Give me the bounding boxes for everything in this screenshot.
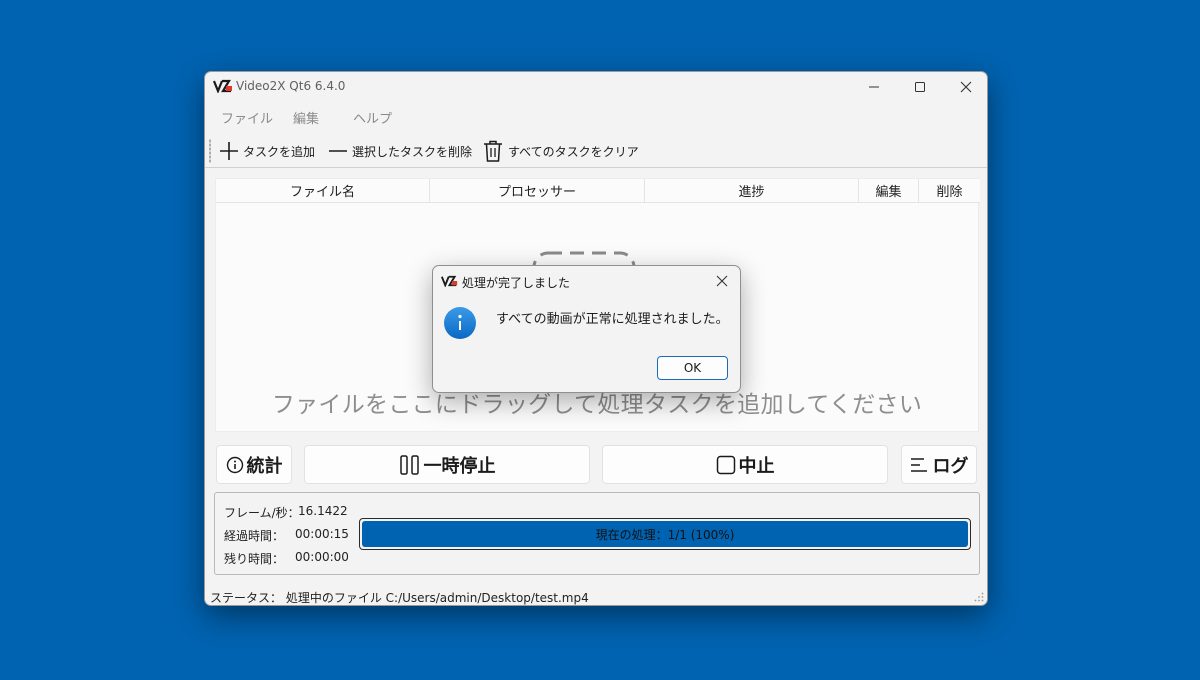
video2x-logo-icon <box>213 79 232 93</box>
pause-label: 一時停止 <box>423 455 496 477</box>
status-text: 処理中のファイル C:/Users/admin/Desktop/test.mp4 <box>285 591 589 605</box>
log-button[interactable]: ログ <box>901 445 977 484</box>
add-task-label: タスクを追加 <box>243 144 316 159</box>
clear-all-button[interactable]: すべてのタスクをクリア <box>482 137 639 165</box>
window-title: Video2X Qt6 6.4.0 <box>236 79 346 93</box>
remaining-value: 00:00:00 <box>295 550 349 564</box>
dialog-close-button[interactable] <box>710 270 734 292</box>
plus-icon <box>220 142 238 160</box>
ok-button[interactable]: OK <box>657 356 728 380</box>
remove-selected-label: 選択したタスクを削除 <box>352 144 473 159</box>
status-label: ステータス： <box>210 591 283 605</box>
fps-value: 16.1422 <box>298 504 348 518</box>
title-bar[interactable]: Video2X Qt6 6.4.0 <box>205 72 987 102</box>
info-circle-icon <box>226 456 243 473</box>
video2x-logo-icon <box>441 275 458 287</box>
elapsed-value: 00:00:15 <box>295 527 349 541</box>
column-header-edit[interactable]: 編集 <box>859 179 919 203</box>
close-button[interactable] <box>943 72 987 102</box>
minimize-icon <box>869 86 879 88</box>
menu-bar: ファイル 編集 ヘルプ <box>205 104 987 128</box>
close-icon <box>960 81 972 93</box>
status-bar: ステータス： 処理中のファイル C:/Users/admin/Desktop/t… <box>210 589 589 605</box>
minimize-button[interactable] <box>851 72 897 102</box>
minus-icon <box>329 150 347 152</box>
progress-track: 現在の処理：1/1 (100%) <box>362 521 968 547</box>
stats-button[interactable]: 統計 <box>216 445 292 484</box>
add-task-button[interactable]: タスクを追加 <box>219 137 315 165</box>
stats-panel: フレーム/秒： 16.1422 経過時間： 00:00:15 残り時間： 00:… <box>214 492 980 575</box>
stats-label: 統計 <box>246 455 283 477</box>
elapsed-label: 経過時間： <box>224 529 285 543</box>
trash-icon <box>484 140 502 162</box>
log-label: ログ <box>932 455 969 477</box>
toolbar-grip[interactable] <box>209 139 211 163</box>
maximize-button[interactable] <box>897 72 943 102</box>
remove-selected-button[interactable]: 選択したタスクを削除 <box>328 137 472 165</box>
close-icon <box>716 275 728 287</box>
abort-button[interactable]: 中止 <box>602 445 888 484</box>
column-header-processor[interactable]: プロセッサー <box>430 179 645 203</box>
column-header-filename[interactable]: ファイル名 <box>216 179 430 203</box>
dialog-message: すべての動画が正常に処理されました。 <box>496 312 729 327</box>
progress-bar: 現在の処理：1/1 (100%) <box>359 518 971 550</box>
fps-label: フレーム/秒： <box>224 506 300 520</box>
clear-all-label: すべてのタスクをクリア <box>508 144 639 159</box>
menu-file[interactable]: ファイル <box>221 108 273 127</box>
column-header-delete[interactable]: 削除 <box>919 179 980 203</box>
toolbar-divider <box>205 167 987 168</box>
progress-text: 現在の処理：1/1 (100%) <box>595 527 735 542</box>
menu-help[interactable]: ヘルプ <box>353 108 392 127</box>
maximize-icon <box>915 82 925 92</box>
log-lines-icon <box>910 457 927 472</box>
abort-label: 中止 <box>738 455 775 477</box>
column-header-progress[interactable]: 進捗 <box>645 179 859 203</box>
menu-edit[interactable]: 編集 <box>293 108 319 127</box>
toolbar: タスクを追加 選択したタスクを削除 すべてのタスクをクリア <box>205 135 987 167</box>
info-icon <box>444 307 476 339</box>
resize-grip-icon[interactable] <box>974 592 984 602</box>
pause-icon <box>399 454 419 475</box>
dialog-title: 処理が完了しました <box>462 276 571 290</box>
remaining-label: 残り時間： <box>224 552 285 566</box>
pause-button[interactable]: 一時停止 <box>304 445 590 484</box>
completion-dialog: 処理が完了しました すべての動画が正常に処理されました。 OK <box>432 265 741 393</box>
stop-icon <box>716 455 735 474</box>
